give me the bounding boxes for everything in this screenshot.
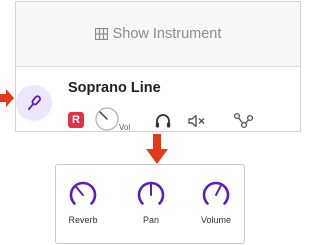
volume-knob[interactable] [94,106,120,132]
show-instrument-button[interactable]: Show Instrument [16,2,300,67]
pan-knob[interactable]: Pan [131,180,171,225]
reverb-knob-dial[interactable] [68,180,98,210]
volume-knob-fx[interactable]: Volume [196,180,236,225]
callout-arrow-right [0,89,14,107]
record-arm-button[interactable]: R [68,112,84,128]
knob-indicator [74,184,84,196]
grid-icon [94,28,108,40]
instrument-button[interactable] [16,85,52,121]
microphone-icon [27,95,41,111]
track-row: Soprano Line R Vol [16,68,300,132]
routing-icon[interactable] [233,112,253,130]
knob-indicator [215,183,223,196]
callout-arrow-down [146,134,168,164]
track-panel: Show Instrument Soprano Line R Vol [15,1,301,132]
pan-knob-dial[interactable] [136,180,166,210]
volume-knob-dial[interactable] [201,180,231,210]
pan-label: Pan [142,215,159,225]
mute-icon[interactable] [187,112,207,130]
volume-label: Vol [119,123,131,132]
show-instrument-label: Show Instrument [112,26,222,42]
track-name: Soprano Line [68,80,161,96]
reverb-label: Reverb [68,215,98,225]
volume-knob-label: Volume [200,215,232,225]
reverb-knob[interactable]: Reverb [63,180,103,225]
headphones-icon[interactable] [154,112,172,130]
effects-panel: Reverb Pan Volume [55,164,245,244]
